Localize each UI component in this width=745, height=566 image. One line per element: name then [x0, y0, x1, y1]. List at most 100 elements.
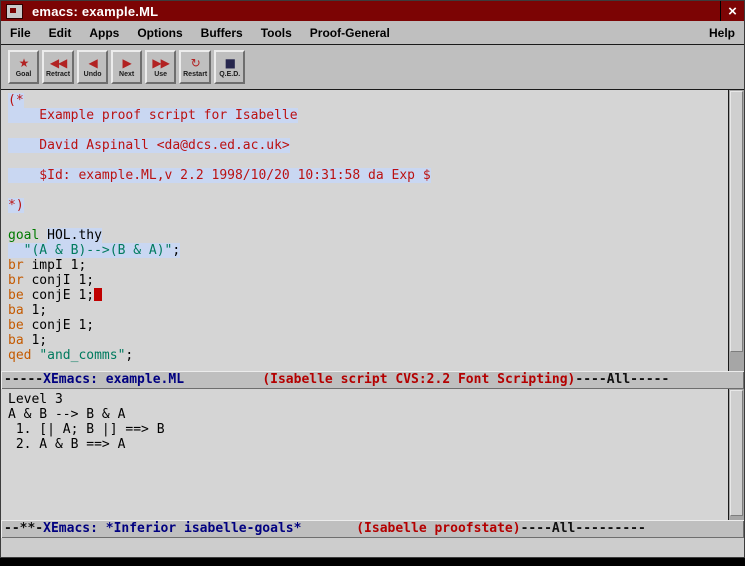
- code-line: br impI 1;: [8, 258, 728, 273]
- modeline-2: --**-XEmacs: *Inferior isabelle-goals* (…: [1, 520, 744, 538]
- menu-item-help[interactable]: Help: [700, 23, 744, 43]
- toolbar-button-label: Restart: [183, 70, 207, 79]
- code-segment: conjI 1;: [24, 273, 94, 288]
- code-segment: HOL.thy: [47, 228, 102, 243]
- code-segment: [8, 243, 24, 258]
- code-segment: goal: [8, 228, 39, 243]
- editor-text[interactable]: (* Example proof script for Isabelle Dav…: [1, 90, 728, 371]
- menu-item-proof-general[interactable]: Proof-General: [301, 23, 399, 43]
- window-menu-icon-glyph: [10, 8, 16, 13]
- code-line: (*: [8, 93, 728, 108]
- code-segment: 1;: [24, 303, 47, 318]
- toolbar: ★Goal◀◀Retract◀Undo▶Next▶▶Use↻Restart■Q.…: [1, 45, 744, 90]
- goals-line: 1. [| A; B |] ==> B: [8, 422, 728, 437]
- code-line: ba 1;: [8, 333, 728, 348]
- code-line: David Aspinall <da@dcs.ed.ac.uk>: [8, 138, 728, 153]
- code-line: $Id: example.ML,v 2.2 1998/10/20 10:31:5…: [8, 168, 728, 183]
- code-segment: 1;: [24, 333, 47, 348]
- code-segment: Example proof script for Isabelle: [8, 108, 298, 123]
- toolbar-button-label: Q.E.D.: [219, 70, 240, 79]
- modeline-segment: [301, 521, 356, 536]
- modeline-1: -----XEmacs: example.ML (Isabelle script…: [1, 371, 744, 389]
- code-line: "(A & B)-->(B & A)";: [8, 243, 728, 258]
- code-line: qed "and_comms";: [8, 348, 728, 363]
- next-button[interactable]: ▶Next: [111, 50, 142, 84]
- close-button[interactable]: ×: [720, 1, 744, 21]
- window-menu-icon[interactable]: [6, 4, 23, 19]
- modeline-segment: ----All---------: [521, 521, 646, 536]
- goals-window: Level 3A & B --> B & A 1. [| A; B |] ==>…: [1, 389, 744, 520]
- use-button[interactable]: ▶▶Use: [145, 50, 176, 84]
- code-segment: ba: [8, 303, 24, 318]
- code-segment: [39, 228, 47, 243]
- xemacs-window: emacs: example.ML × FileEditAppsOptionsB…: [0, 0, 745, 558]
- menu-item-file[interactable]: File: [1, 23, 40, 43]
- use-icon: ▶▶: [152, 56, 168, 70]
- code-segment: be: [8, 288, 24, 303]
- close-icon: ×: [728, 4, 737, 19]
- minibuffer[interactable]: [1, 538, 744, 557]
- goal-button[interactable]: ★Goal: [8, 50, 39, 84]
- goals-line: 2. A & B ==> A: [8, 437, 728, 452]
- code-line: be conjE 1;: [8, 318, 728, 333]
- modeline-segment: (Isabelle proofstate): [356, 521, 520, 536]
- menubar: FileEditAppsOptionsBuffersToolsProof-Gen…: [1, 21, 744, 45]
- menu-item-apps[interactable]: Apps: [80, 23, 128, 43]
- undo-icon: ◀: [89, 56, 97, 70]
- goal-icon: ★: [19, 56, 29, 70]
- menu-item-options[interactable]: Options: [128, 23, 191, 43]
- toolbar-button-label: Undo: [84, 70, 102, 79]
- code-segment: br: [8, 273, 24, 288]
- code-line: [8, 213, 728, 228]
- code-line: be conjE 1;: [8, 288, 728, 303]
- code-segment: be: [8, 318, 24, 333]
- code-line: Example proof script for Isabelle: [8, 108, 728, 123]
- code-line: ba 1;: [8, 303, 728, 318]
- code-segment: br: [8, 258, 24, 273]
- qed-button[interactable]: ■Q.E.D.: [214, 50, 245, 84]
- modeline-segment: XEmacs: *Inferior isabelle-goals*: [43, 521, 301, 536]
- modeline-segment: -----: [4, 372, 43, 387]
- editor-scrollbar[interactable]: [728, 90, 744, 371]
- window-title: emacs: example.ML: [32, 4, 158, 19]
- restart-button[interactable]: ↻Restart: [179, 50, 211, 84]
- code-segment: (*: [8, 93, 24, 108]
- editor-scrollbar-thumb[interactable]: [730, 91, 743, 352]
- titlebar[interactable]: emacs: example.ML ×: [1, 1, 744, 21]
- modeline-segment: (Isabelle script CVS:2.2 Font Scripting): [262, 372, 575, 387]
- code-line: [8, 123, 728, 138]
- text-cursor: [94, 288, 102, 301]
- code-segment: conjE 1;: [24, 318, 94, 333]
- menubar-items: FileEditAppsOptionsBuffersToolsProof-Gen…: [1, 23, 399, 43]
- code-segment: $Id: example.ML,v 2.2 1998/10/20 10:31:5…: [8, 168, 431, 183]
- undo-button[interactable]: ◀Undo: [77, 50, 108, 84]
- goals-scrollbar[interactable]: [728, 389, 744, 520]
- menu-item-tools[interactable]: Tools: [252, 23, 301, 43]
- toolbar-button-label: Goal: [16, 70, 32, 79]
- next-icon: ▶: [123, 56, 131, 70]
- code-segment: David Aspinall <da@dcs.ed.ac.uk>: [8, 138, 290, 153]
- retract-icon: ◀◀: [50, 56, 66, 70]
- code-segment: "and_comms": [39, 348, 125, 363]
- goals-text[interactable]: Level 3A & B --> B & A 1. [| A; B |] ==>…: [1, 389, 728, 520]
- code-segment: *): [8, 198, 24, 213]
- toolbar-button-label: Next: [119, 70, 134, 79]
- modeline-segment: ----All-----: [575, 372, 669, 387]
- modeline-segment: --**-: [4, 521, 43, 536]
- toolbar-button-label: Use: [154, 70, 167, 79]
- toolbar-button-label: Retract: [46, 70, 70, 79]
- goals-scrollbar-thumb[interactable]: [730, 390, 743, 516]
- code-segment: ;: [172, 243, 180, 258]
- code-line: [8, 183, 728, 198]
- goals-line: Level 3: [8, 392, 728, 407]
- restart-icon: ↻: [191, 56, 200, 70]
- code-segment: ba: [8, 333, 24, 348]
- modeline-segment: XEmacs: example.ML: [43, 372, 184, 387]
- menu-item-edit[interactable]: Edit: [40, 23, 81, 43]
- code-line: goal HOL.thy: [8, 228, 728, 243]
- menu-item-buffers[interactable]: Buffers: [192, 23, 252, 43]
- code-segment: "(A & B)-->(B & A)": [24, 243, 173, 258]
- goals-line: A & B --> B & A: [8, 407, 728, 422]
- code-segment: qed: [8, 348, 31, 363]
- retract-button[interactable]: ◀◀Retract: [42, 50, 74, 84]
